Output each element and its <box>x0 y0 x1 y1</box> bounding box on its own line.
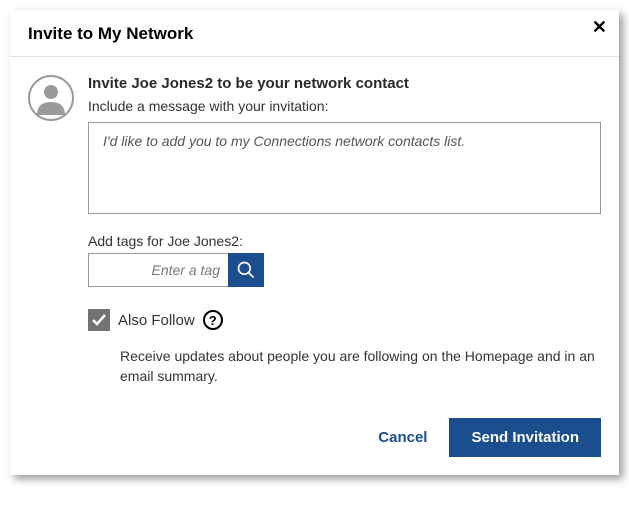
checkmark-icon <box>91 312 107 328</box>
send-invitation-button[interactable]: Send Invitation <box>449 418 601 457</box>
tags-label: Add tags for Joe Jones2: <box>88 233 601 249</box>
close-button[interactable]: ✕ <box>592 18 607 36</box>
dialog-title: Invite to My Network <box>28 24 601 44</box>
also-follow-checkbox[interactable] <box>88 309 110 331</box>
avatar-icon <box>28 75 74 121</box>
close-icon: ✕ <box>592 17 607 37</box>
dialog-header: Invite to My Network ✕ <box>10 10 619 56</box>
dialog-footer: Cancel Send Invitation <box>10 396 619 475</box>
invite-dialog: Invite to My Network ✕ Invite Joe Jones2… <box>10 10 619 475</box>
cancel-button[interactable]: Cancel <box>378 429 427 446</box>
body-content: Invite Joe Jones2 to be your network con… <box>88 75 601 386</box>
dialog-body: Invite Joe Jones2 to be your network con… <box>10 57 619 396</box>
tag-search-button[interactable] <box>228 253 264 287</box>
help-icon[interactable]: ? <box>203 310 223 330</box>
search-icon <box>236 260 256 280</box>
invitation-message-input[interactable] <box>88 122 601 214</box>
avatar <box>28 75 74 121</box>
also-follow-label: Also Follow <box>118 312 195 329</box>
invite-heading: Invite Joe Jones2 to be your network con… <box>88 75 601 92</box>
also-follow-row: Also Follow ? <box>88 309 601 331</box>
tag-row <box>88 253 601 287</box>
tag-input[interactable] <box>88 253 228 287</box>
follow-description: Receive updates about people you are fol… <box>120 347 601 386</box>
include-message-label: Include a message with your invitation: <box>88 98 601 114</box>
